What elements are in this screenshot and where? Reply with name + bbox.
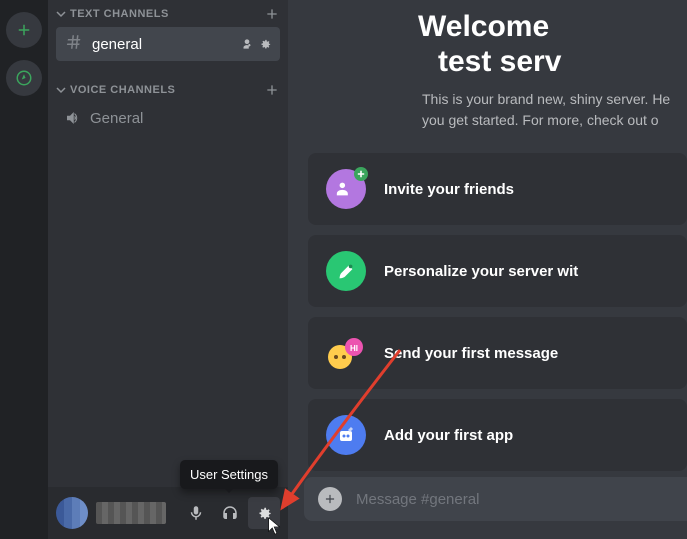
robot-icon [326, 415, 366, 455]
tooltip-user-settings: User Settings [180, 460, 278, 489]
welcome-subtitle: This is your brand new, shiny server. He… [418, 89, 687, 131]
server-rail [0, 0, 48, 539]
voice-channel-general[interactable]: General [56, 103, 280, 133]
deafen-button[interactable] [214, 497, 246, 529]
add-voice-channel-icon[interactable] [264, 82, 280, 98]
text-channels-header[interactable]: TEXT CHANNELS [48, 0, 288, 26]
card-text: Add your first app [384, 427, 513, 444]
welcome-title: Welcome test serv [418, 10, 687, 79]
user-settings-button[interactable]: User Settings [248, 497, 280, 529]
plus-icon [323, 492, 337, 506]
voice-channels-label: VOICE CHANNELS [70, 84, 175, 96]
add-text-channel-icon[interactable] [264, 6, 280, 22]
channel-general[interactable]: general [56, 27, 280, 61]
card-first-message[interactable]: HI Send your first message [308, 317, 687, 389]
attach-button[interactable] [318, 487, 342, 511]
card-text: Send your first message [384, 345, 558, 362]
voice-channel-name: General [90, 110, 143, 127]
explore-button[interactable] [6, 60, 42, 96]
card-first-app[interactable]: Add your first app [308, 399, 687, 471]
chevron-down-icon [56, 9, 66, 19]
message-composer[interactable]: Message #general [304, 477, 687, 521]
voice-channels-header[interactable]: VOICE CHANNELS [48, 76, 288, 102]
card-invite-friends[interactable]: Invite your friends [308, 153, 687, 225]
mic-icon [187, 504, 205, 522]
channel-sidebar: TEXT CHANNELS general VOICE CHANNELS Gen… [48, 0, 288, 539]
text-channels-label: TEXT CHANNELS [70, 8, 169, 20]
headphones-icon [221, 504, 239, 522]
card-text: Invite your friends [384, 181, 514, 198]
invite-icon[interactable] [240, 37, 254, 51]
hash-icon [64, 33, 84, 55]
chat-icon: HI [326, 333, 366, 373]
invite-icon [326, 169, 366, 209]
card-personalize[interactable]: Personalize your server wit [308, 235, 687, 307]
avatar [56, 497, 88, 529]
user-panel: User Settings [48, 487, 288, 539]
main-content: Welcome test serv This is your brand new… [288, 0, 687, 539]
onboarding-cards: Invite your friends Personalize your ser… [308, 153, 687, 471]
username-redacted [96, 502, 166, 524]
paint-icon [326, 251, 366, 291]
mute-button[interactable] [180, 497, 212, 529]
add-server-button[interactable] [6, 12, 42, 48]
gear-icon[interactable] [258, 37, 272, 51]
channel-name: general [92, 36, 232, 53]
svg-text:HI: HI [350, 344, 358, 353]
composer-placeholder: Message #general [356, 491, 479, 508]
card-text: Personalize your server wit [384, 263, 578, 280]
chevron-down-icon [56, 85, 66, 95]
user-info[interactable] [56, 497, 176, 529]
gear-icon [255, 504, 273, 522]
speaker-icon [64, 109, 82, 127]
